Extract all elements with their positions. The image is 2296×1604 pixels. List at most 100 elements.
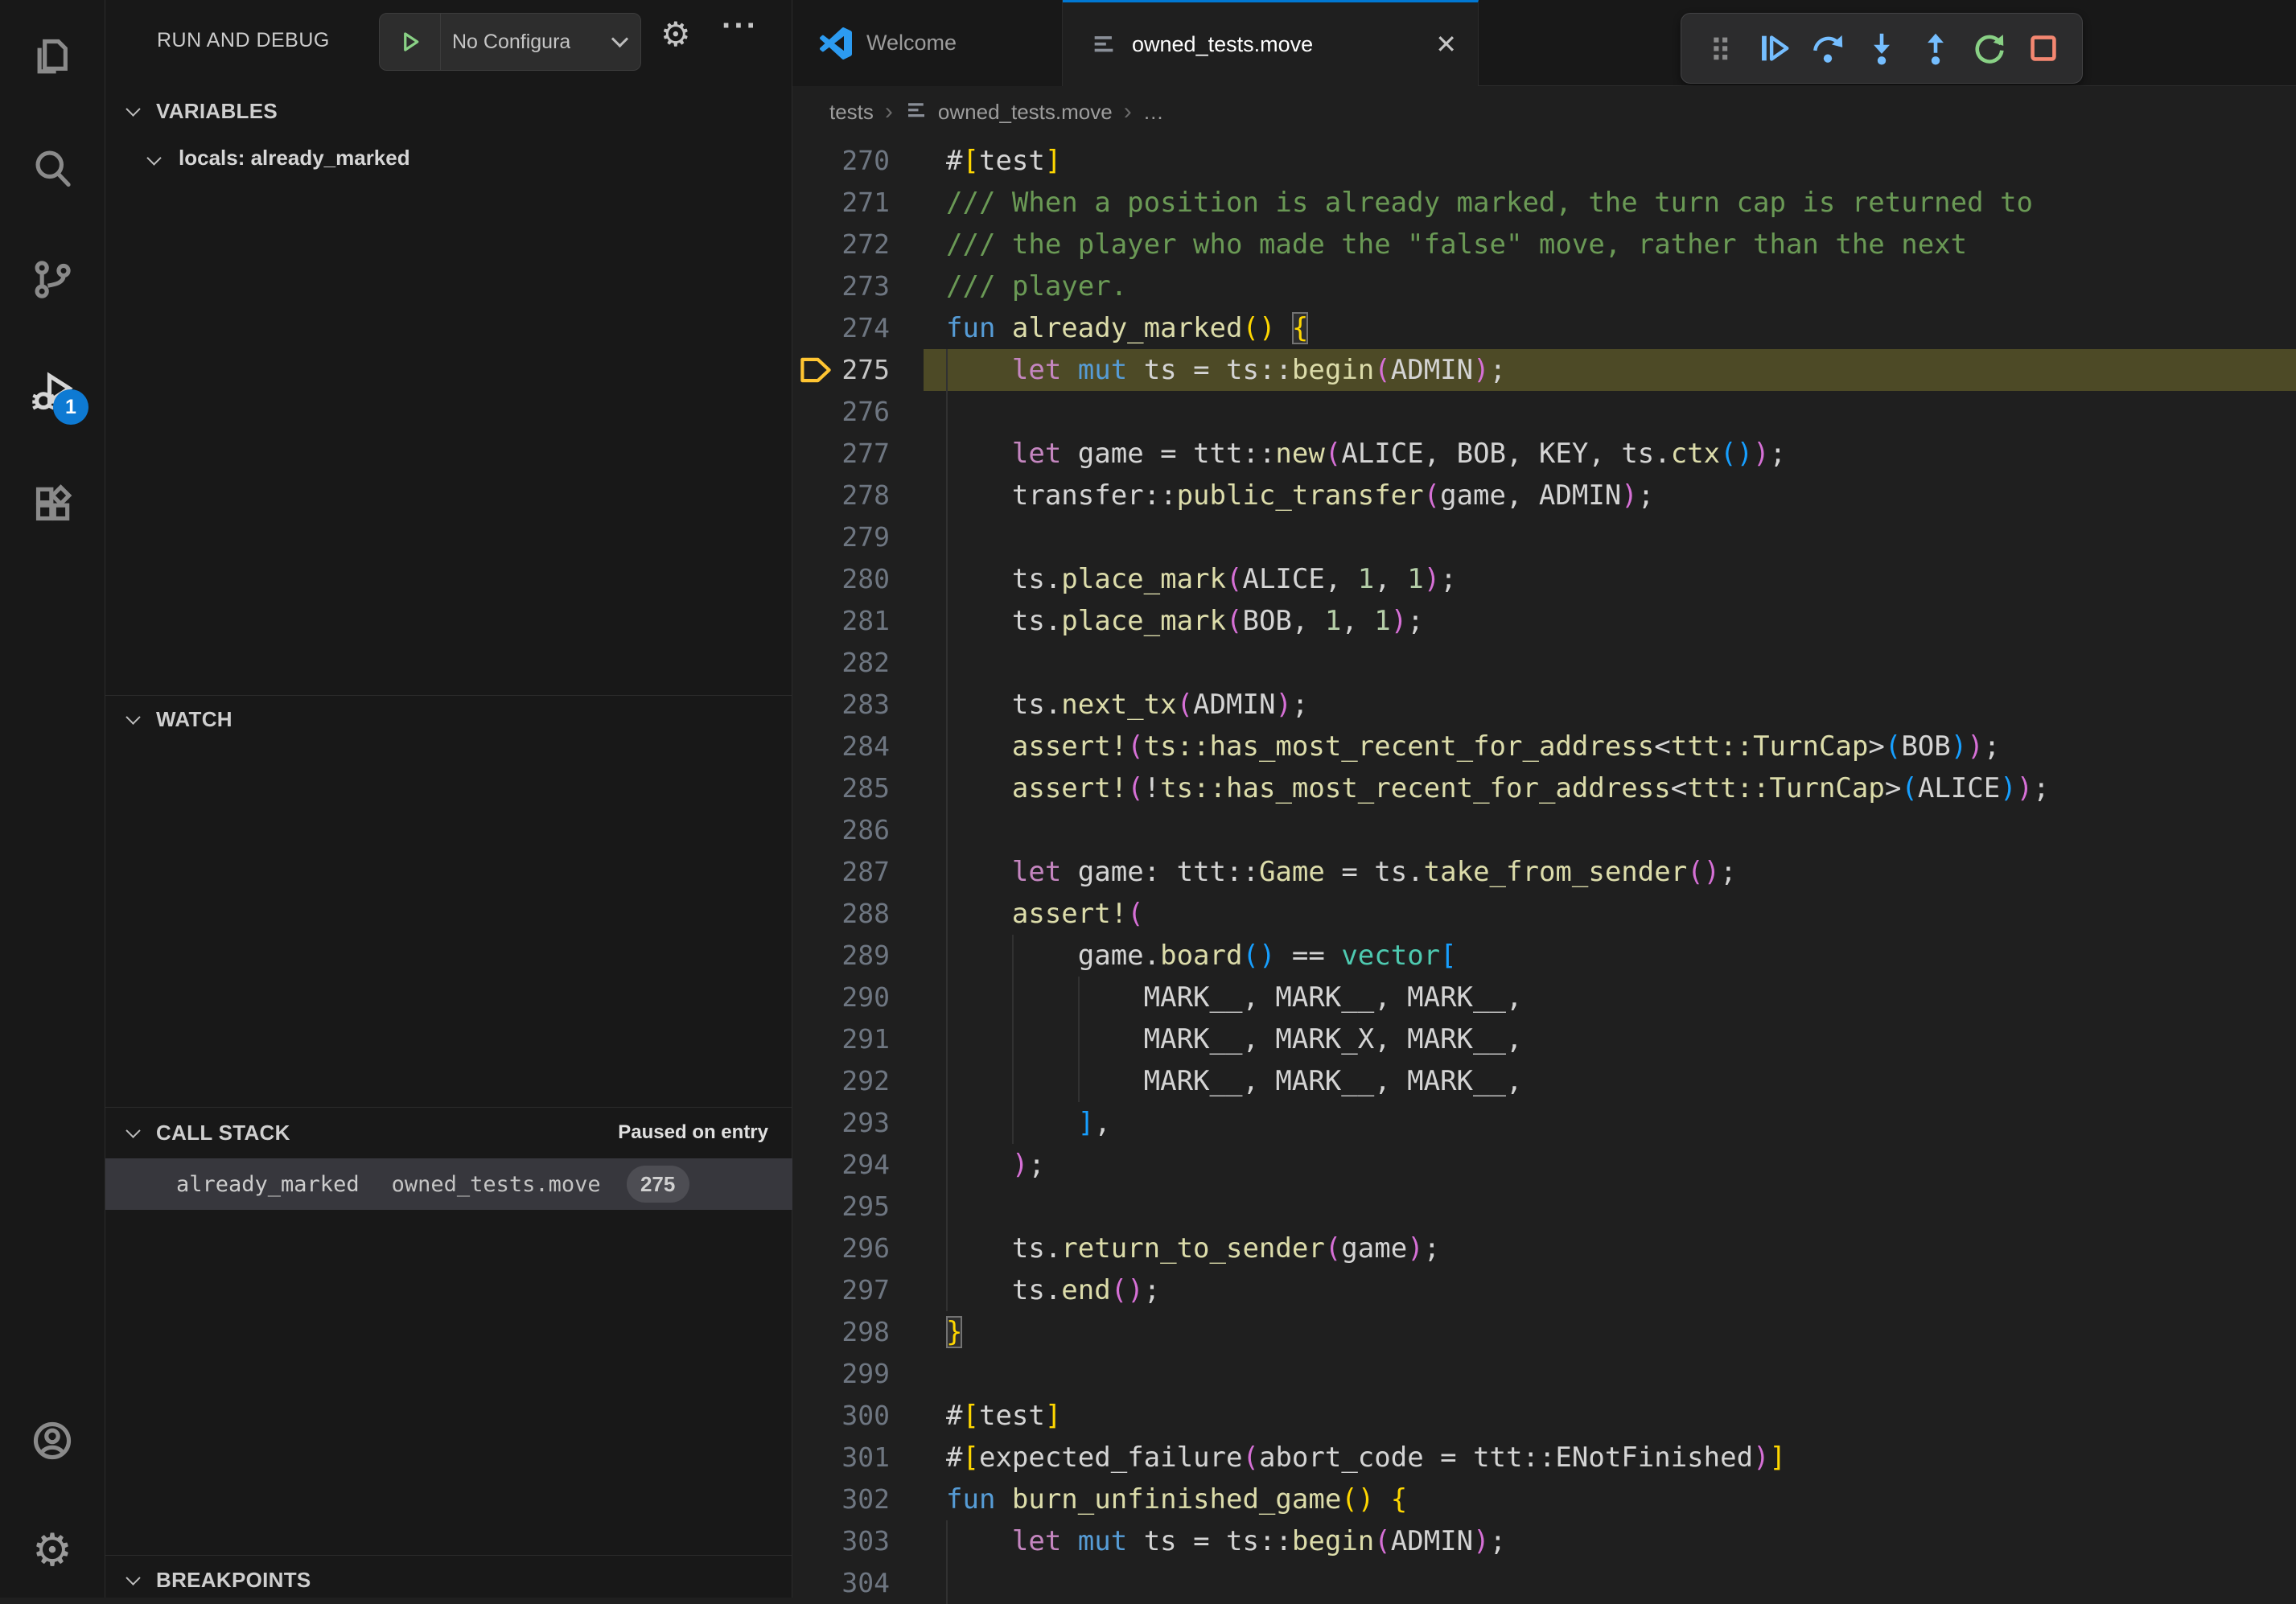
breadcrumb-symbol[interactable]: … [1143, 100, 1164, 125]
breadcrumb-tests[interactable]: tests [829, 100, 874, 125]
line-number[interactable]: 280 [792, 558, 890, 600]
code-line[interactable]: 288 assert!( [792, 893, 2296, 935]
call-stack-section-header[interactable]: CALL STACK Paused on entry [105, 1112, 792, 1154]
variables-section-header[interactable]: VARIABLES [105, 90, 792, 132]
code-line[interactable]: 287 let game: ttt::Game = ts.take_from_s… [792, 851, 2296, 893]
line-number[interactable]: 294 [792, 1144, 890, 1186]
code-line[interactable]: 272/// the player who made the "false" m… [792, 224, 2296, 265]
code-line[interactable]: 284 assert!(ts::has_most_recent_for_addr… [792, 726, 2296, 767]
start-play-icon[interactable] [380, 14, 441, 70]
code-line[interactable]: 283 ts.next_tx(ADMIN); [792, 684, 2296, 726]
line-number[interactable]: 279 [792, 516, 890, 558]
line-number[interactable]: 284 [792, 726, 890, 767]
line-number[interactable]: 285 [792, 767, 890, 809]
line-number[interactable]: 302 [792, 1479, 890, 1520]
line-number[interactable]: 293 [792, 1102, 890, 1144]
tab-owned-tests-move[interactable]: owned_tests.move ✕ [1063, 0, 1479, 86]
code-line[interactable]: 292 MARK__, MARK__, MARK__, [792, 1060, 2296, 1102]
run-debug-icon[interactable]: 1 [0, 348, 105, 436]
code-editor[interactable]: 270#[test]271/// When a position is alre… [792, 140, 2296, 1598]
code-line[interactable]: 277 let game = ttt::new(ALICE, BOB, KEY,… [792, 433, 2296, 475]
breadcrumb-file[interactable]: owned_tests.move [938, 100, 1113, 125]
gear-icon[interactable]: ⚙ [660, 14, 691, 54]
continue-icon[interactable] [1747, 18, 1800, 79]
tab-welcome[interactable]: Welcome [792, 0, 1063, 86]
code-line[interactable]: 275 let mut ts = ts::begin(ADMIN); [792, 349, 2296, 391]
code-line[interactable]: 299 [792, 1353, 2296, 1395]
step-into-icon[interactable] [1854, 18, 1908, 79]
call-stack-frame-row[interactable]: already_marked owned_tests.move 275 [105, 1158, 792, 1210]
line-number[interactable]: 301 [792, 1437, 890, 1479]
line-number[interactable]: 287 [792, 851, 890, 893]
line-number[interactable]: 298 [792, 1311, 890, 1353]
line-number[interactable]: 283 [792, 684, 890, 726]
code-line[interactable]: 280 ts.place_mark(ALICE, 1, 1); [792, 558, 2296, 600]
line-number[interactable]: 303 [792, 1520, 890, 1562]
line-number[interactable]: 299 [792, 1353, 890, 1395]
search-icon[interactable] [0, 124, 105, 212]
line-number[interactable]: 270 [792, 140, 890, 182]
source-control-icon[interactable] [0, 235, 105, 323]
variables-scope-row[interactable]: locals: already_marked [105, 135, 792, 180]
line-number[interactable]: 297 [792, 1269, 890, 1311]
line-number[interactable]: 273 [792, 265, 890, 307]
ellipsis-icon[interactable]: ··· [722, 8, 759, 44]
line-number[interactable]: 304 [792, 1562, 890, 1604]
code-line[interactable]: 278 transfer::public_transfer(game, ADMI… [792, 475, 2296, 516]
toolbar-gripper[interactable] [1693, 18, 1747, 79]
line-number[interactable]: 300 [792, 1395, 890, 1437]
code-line[interactable]: 296 ts.return_to_sender(game); [792, 1228, 2296, 1269]
line-number[interactable]: 296 [792, 1228, 890, 1269]
line-number[interactable]: 272 [792, 224, 890, 265]
line-number[interactable]: 292 [792, 1060, 890, 1102]
code-line[interactable]: 281 ts.place_mark(BOB, 1, 1); [792, 600, 2296, 642]
step-over-icon[interactable] [1800, 18, 1854, 79]
code-line[interactable]: 293 ], [792, 1102, 2296, 1144]
extensions-icon[interactable] [0, 460, 105, 549]
line-number[interactable]: 277 [792, 433, 890, 475]
files-icon[interactable] [0, 11, 105, 100]
line-number[interactable]: 278 [792, 475, 890, 516]
line-number[interactable]: 276 [792, 391, 890, 433]
line-number[interactable]: 281 [792, 600, 890, 642]
account-icon[interactable] [0, 1396, 105, 1485]
line-number[interactable]: 289 [792, 935, 890, 977]
code-line[interactable]: 276 [792, 391, 2296, 433]
code-line[interactable]: 304 [792, 1562, 2296, 1604]
line-number[interactable]: 290 [792, 977, 890, 1018]
breakpoints-section-header[interactable]: BREAKPOINTS [105, 1559, 792, 1601]
code-line[interactable]: 301#[expected_failure(abort_code = ttt::… [792, 1437, 2296, 1479]
close-icon[interactable]: ✕ [1435, 29, 1457, 60]
code-line[interactable]: 273/// player. [792, 265, 2296, 307]
line-number[interactable]: 274 [792, 307, 890, 349]
step-out-icon[interactable] [1908, 18, 1962, 79]
line-number[interactable]: 286 [792, 809, 890, 851]
code-line[interactable]: 271/// When a position is already marked… [792, 182, 2296, 224]
code-line[interactable]: 289 game.board() == vector[ [792, 935, 2296, 977]
code-line[interactable]: 294 ); [792, 1144, 2296, 1186]
code-line[interactable]: 285 assert!(!ts::has_most_recent_for_add… [792, 767, 2296, 809]
code-line[interactable]: 290 MARK__, MARK__, MARK__, [792, 977, 2296, 1018]
code-line[interactable]: 302fun burn_unfinished_game() { [792, 1479, 2296, 1520]
code-line[interactable]: 298} [792, 1311, 2296, 1353]
settings-gear-icon[interactable]: ⚙ [0, 1506, 105, 1594]
code-line[interactable]: 295 [792, 1186, 2296, 1228]
line-number[interactable]: 295 [792, 1186, 890, 1228]
code-line[interactable]: 291 MARK__, MARK_X, MARK__, [792, 1018, 2296, 1060]
code-line[interactable]: 274fun already_marked() { [792, 307, 2296, 349]
line-number[interactable]: 291 [792, 1018, 890, 1060]
code-line[interactable]: 286 [792, 809, 2296, 851]
code-line[interactable]: 300#[test] [792, 1395, 2296, 1437]
code-line[interactable]: 279 [792, 516, 2296, 558]
restart-icon[interactable] [1962, 18, 2016, 79]
debug-config-dropdown[interactable]: No Configura [379, 13, 641, 71]
line-number[interactable]: 271 [792, 182, 890, 224]
code-line[interactable]: 270#[test] [792, 140, 2296, 182]
line-number[interactable]: 288 [792, 893, 890, 935]
line-number[interactable]: 282 [792, 642, 890, 684]
code-line[interactable]: 303 let mut ts = ts::begin(ADMIN); [792, 1520, 2296, 1562]
code-line[interactable]: 297 ts.end(); [792, 1269, 2296, 1311]
code-line[interactable]: 282 [792, 642, 2296, 684]
watch-section-header[interactable]: WATCH [105, 698, 792, 740]
stop-icon[interactable] [2016, 18, 2070, 79]
